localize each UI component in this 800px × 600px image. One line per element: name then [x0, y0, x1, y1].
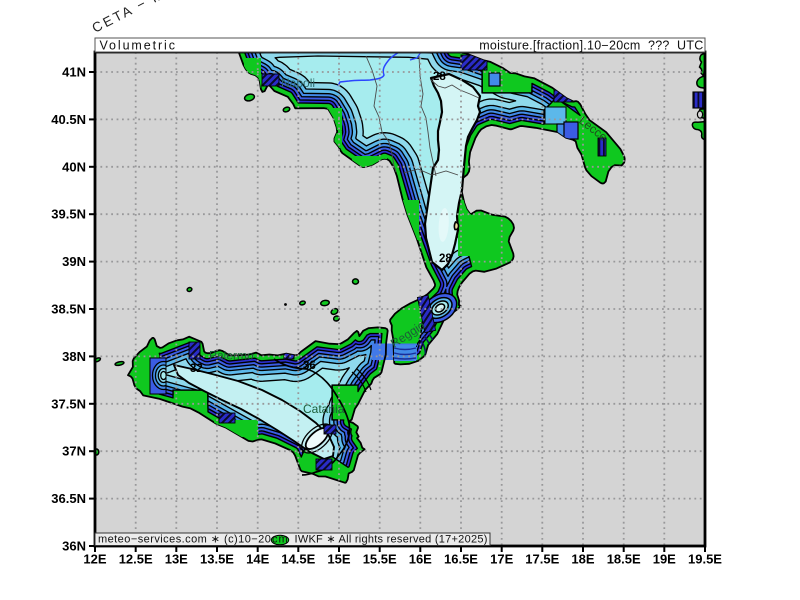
svg-text:meteo−services.com ∗ (c)10−20: meteo−services.com ∗ (c)10−20: [98, 534, 271, 546]
svg-text:40N: 40N: [62, 159, 86, 174]
svg-text:17E: 17E: [490, 552, 513, 567]
svg-text:12.5E: 12.5E: [119, 552, 153, 567]
svg-text:17.5E: 17.5E: [525, 552, 559, 567]
svg-text:Catania: Catania: [303, 402, 345, 416]
svg-text:18E: 18E: [571, 552, 594, 567]
svg-text:18.5E: 18.5E: [607, 552, 641, 567]
svg-text:14E: 14E: [246, 552, 269, 567]
svg-text:12E: 12E: [83, 552, 106, 567]
svg-text:39N: 39N: [62, 254, 86, 269]
svg-text:19.5E: 19.5E: [688, 552, 722, 567]
svg-text:36N: 36N: [62, 539, 86, 554]
svg-text:13.5E: 13.5E: [200, 552, 234, 567]
svg-text:41N: 41N: [62, 65, 86, 80]
svg-text:38.5N: 38.5N: [51, 302, 86, 317]
svg-text:14.5E: 14.5E: [281, 552, 315, 567]
svg-text:40.5N: 40.5N: [51, 112, 86, 127]
svg-text:13E: 13E: [165, 552, 188, 567]
svg-text:38N: 38N: [62, 349, 86, 364]
svg-text:32: 32: [190, 363, 203, 375]
svg-text:moisture.[fraction].10−20cm ?: moisture.[fraction].10−20cm ??? UTC: [479, 39, 703, 53]
svg-text:15.5E: 15.5E: [363, 552, 397, 567]
svg-text:19E: 19E: [653, 552, 676, 567]
svg-text:36: 36: [303, 360, 316, 372]
svg-text:cm: cm: [272, 534, 289, 546]
svg-text:37.5N: 37.5N: [51, 396, 86, 411]
svg-text:39.5N: 39.5N: [51, 207, 86, 222]
svg-text:28: 28: [439, 253, 452, 265]
svg-text:16.5E: 16.5E: [444, 552, 478, 567]
svg-text:37N: 37N: [62, 444, 86, 459]
svg-text:28: 28: [433, 71, 446, 83]
svg-text:16E: 16E: [409, 552, 432, 567]
svg-text:IWKF ∗ All rights reserved (17: IWKF ∗ All rights reserved (17+2025): [295, 534, 488, 546]
svg-text:Palermo: Palermo: [209, 349, 254, 363]
svg-text:Volumetric: Volumetric: [100, 39, 177, 53]
svg-text:Napoli: Napoli: [281, 76, 315, 90]
svg-text:15E: 15E: [327, 552, 350, 567]
svg-text:36.5N: 36.5N: [51, 491, 86, 506]
